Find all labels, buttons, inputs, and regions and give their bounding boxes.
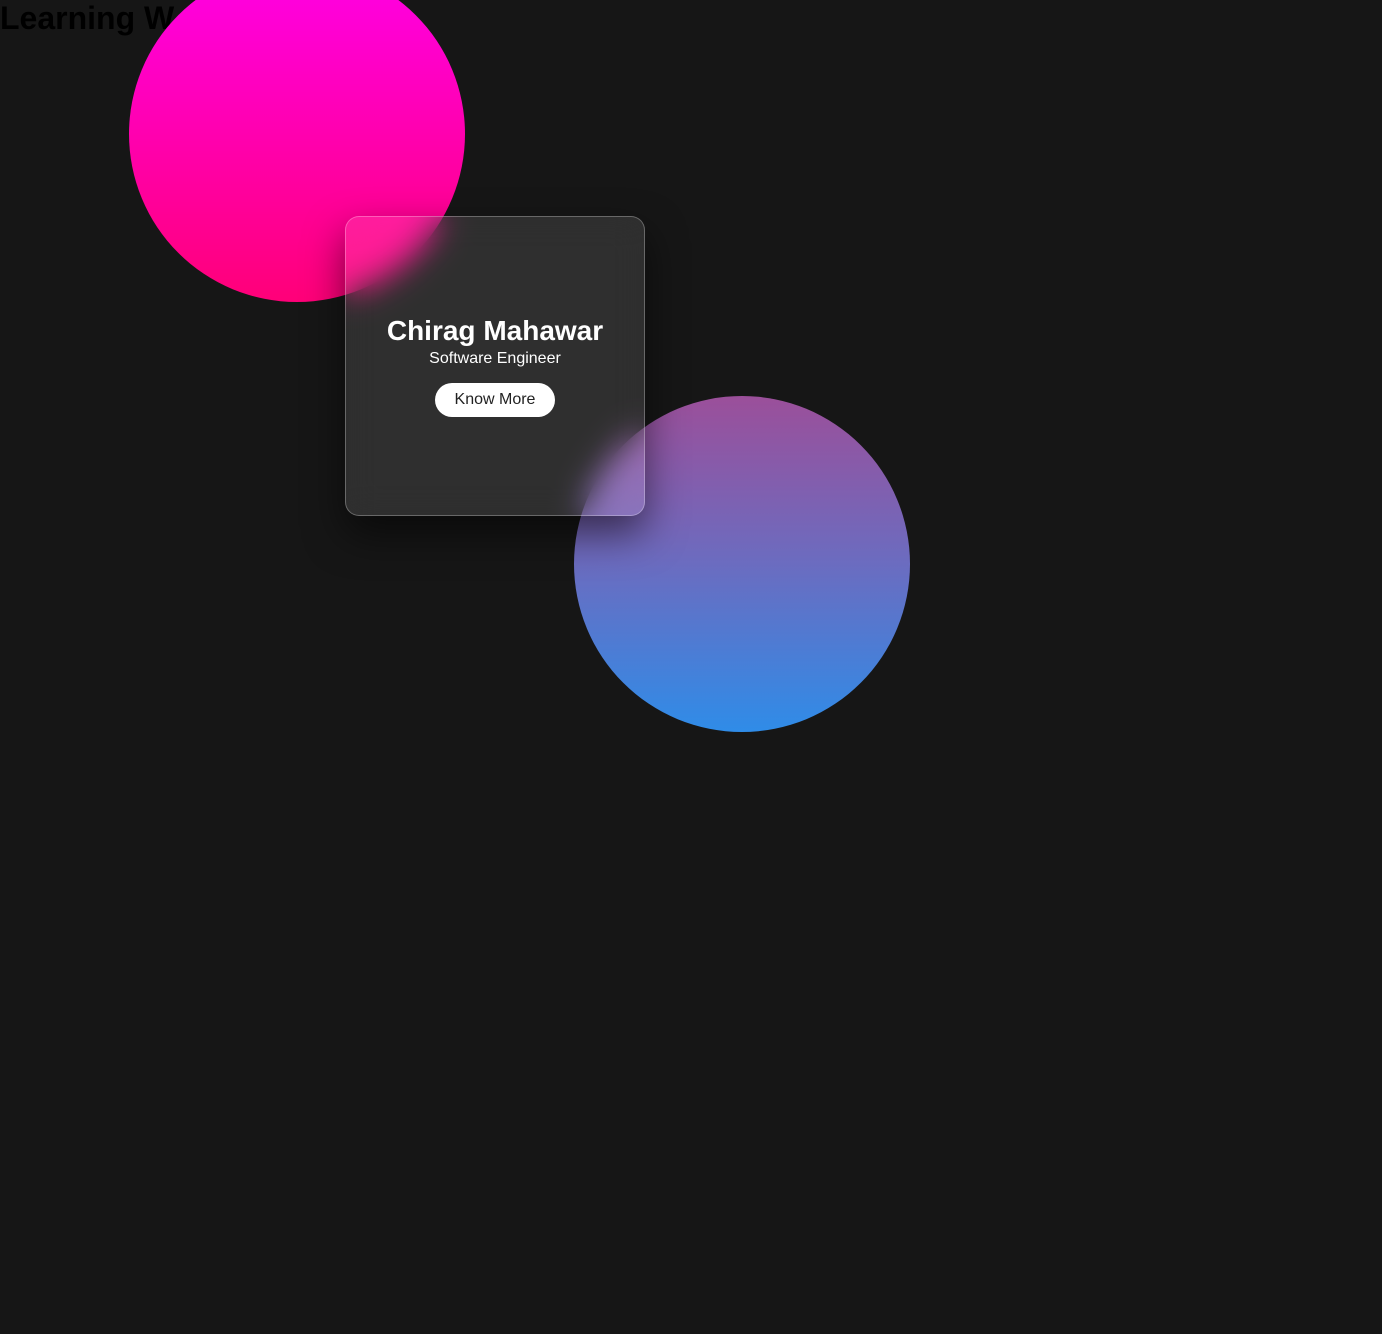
profile-name: Chirag Mahawar [386, 315, 604, 346]
profile-card: Chirag Mahawar Software Engineer Know Mo… [345, 216, 645, 516]
page-stage: Learning W Chirag Mahawar Software Engin… [0, 0, 1382, 1334]
profile-role: Software Engineer [429, 350, 561, 367]
know-more-button[interactable]: Know More [435, 383, 555, 417]
page-title: Learning W [0, 0, 175, 36]
